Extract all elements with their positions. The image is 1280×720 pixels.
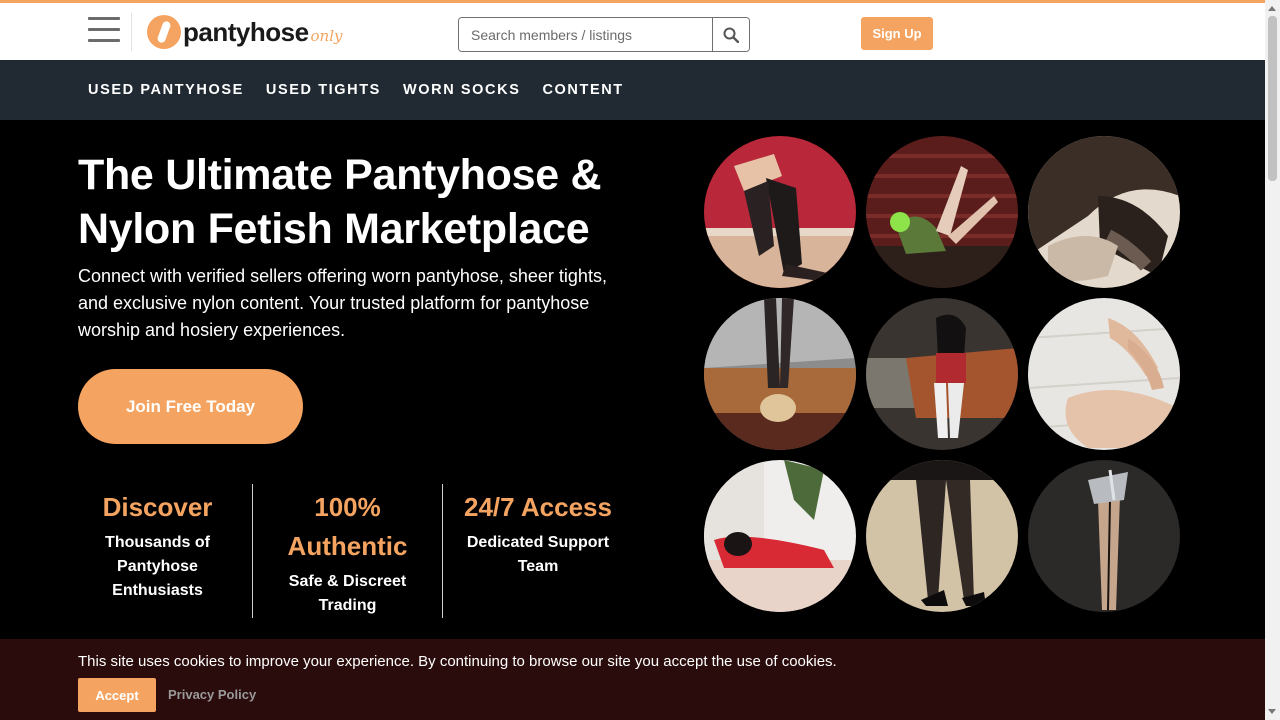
privacy-policy-link[interactable]: Privacy Policy (168, 687, 256, 702)
page-scrollbar[interactable] (1265, 0, 1280, 720)
join-free-button[interactable]: Join Free Today (78, 369, 303, 444)
stat-authentic: 100% Authentic Safe & Discreet Trading (253, 484, 443, 618)
gallery-photo[interactable] (866, 298, 1018, 450)
nav-item-worn-socks[interactable]: WORN SOCKS (403, 82, 521, 98)
gallery-photo[interactable] (866, 460, 1018, 612)
nav-item-content[interactable]: CONTENT (542, 82, 623, 98)
stat-label: Safe & Discreet Trading (288, 573, 407, 614)
logo-icon (147, 15, 181, 49)
stat-value: 100% Authentic (287, 492, 408, 561)
stat-label: Thousands of Pantyhose Enthusiasts (105, 534, 210, 599)
menu-icon[interactable] (88, 17, 120, 45)
stat-discover: Discover Thousands of Pantyhose Enthusia… (63, 484, 253, 618)
gallery-photo[interactable] (704, 298, 856, 450)
stats-row: Discover Thousands of Pantyhose Enthusia… (63, 484, 633, 618)
accept-cookies-button[interactable]: Accept (78, 678, 156, 712)
signup-button[interactable]: Sign Up (861, 17, 933, 50)
cookie-banner: This site uses cookies to improve your e… (0, 639, 1265, 720)
search-button[interactable] (712, 18, 749, 51)
site-logo[interactable]: pantyhose only (147, 14, 343, 50)
gallery-photo[interactable] (704, 136, 856, 288)
stat-access: 24/7 Access Dedicated Support Team (443, 484, 633, 618)
search-input[interactable] (459, 18, 712, 51)
gallery-photo[interactable] (704, 460, 856, 612)
gallery-photo[interactable] (1028, 298, 1180, 450)
logo-accent-text: only (310, 27, 343, 45)
nav-item-used-pantyhose[interactable]: USED PANTYHOSE (88, 82, 244, 98)
nav-item-used-tights[interactable]: USED TIGHTS (266, 82, 381, 98)
photo-gallery (704, 136, 1184, 616)
gallery-photo[interactable] (1028, 460, 1180, 612)
top-bar: pantyhose only Sign Up (0, 0, 1265, 60)
gallery-photo[interactable] (866, 136, 1018, 288)
stat-label: Dedicated Support Team (466, 534, 610, 575)
logo-text: pantyhose (183, 16, 309, 47)
hero-subtitle: Connect with verified sellers offering w… (78, 266, 607, 340)
header-divider (131, 13, 132, 51)
scroll-down-icon[interactable] (1268, 709, 1276, 714)
search-bar (458, 17, 750, 52)
cookie-message: This site uses cookies to improve your e… (78, 653, 837, 670)
stat-value: Discover (102, 492, 213, 522)
scroll-up-icon[interactable] (1268, 6, 1276, 11)
search-icon (723, 27, 739, 43)
main-nav: USED PANTYHOSE USED TIGHTS WORN SOCKS CO… (0, 60, 1265, 120)
gallery-photo[interactable] (1028, 136, 1180, 288)
stat-value: 24/7 Access (464, 492, 612, 522)
scrollbar-thumb[interactable] (1268, 16, 1277, 181)
hero-title: The Ultimate Pantyhose & Nylon Fetish Ma… (78, 151, 602, 253)
